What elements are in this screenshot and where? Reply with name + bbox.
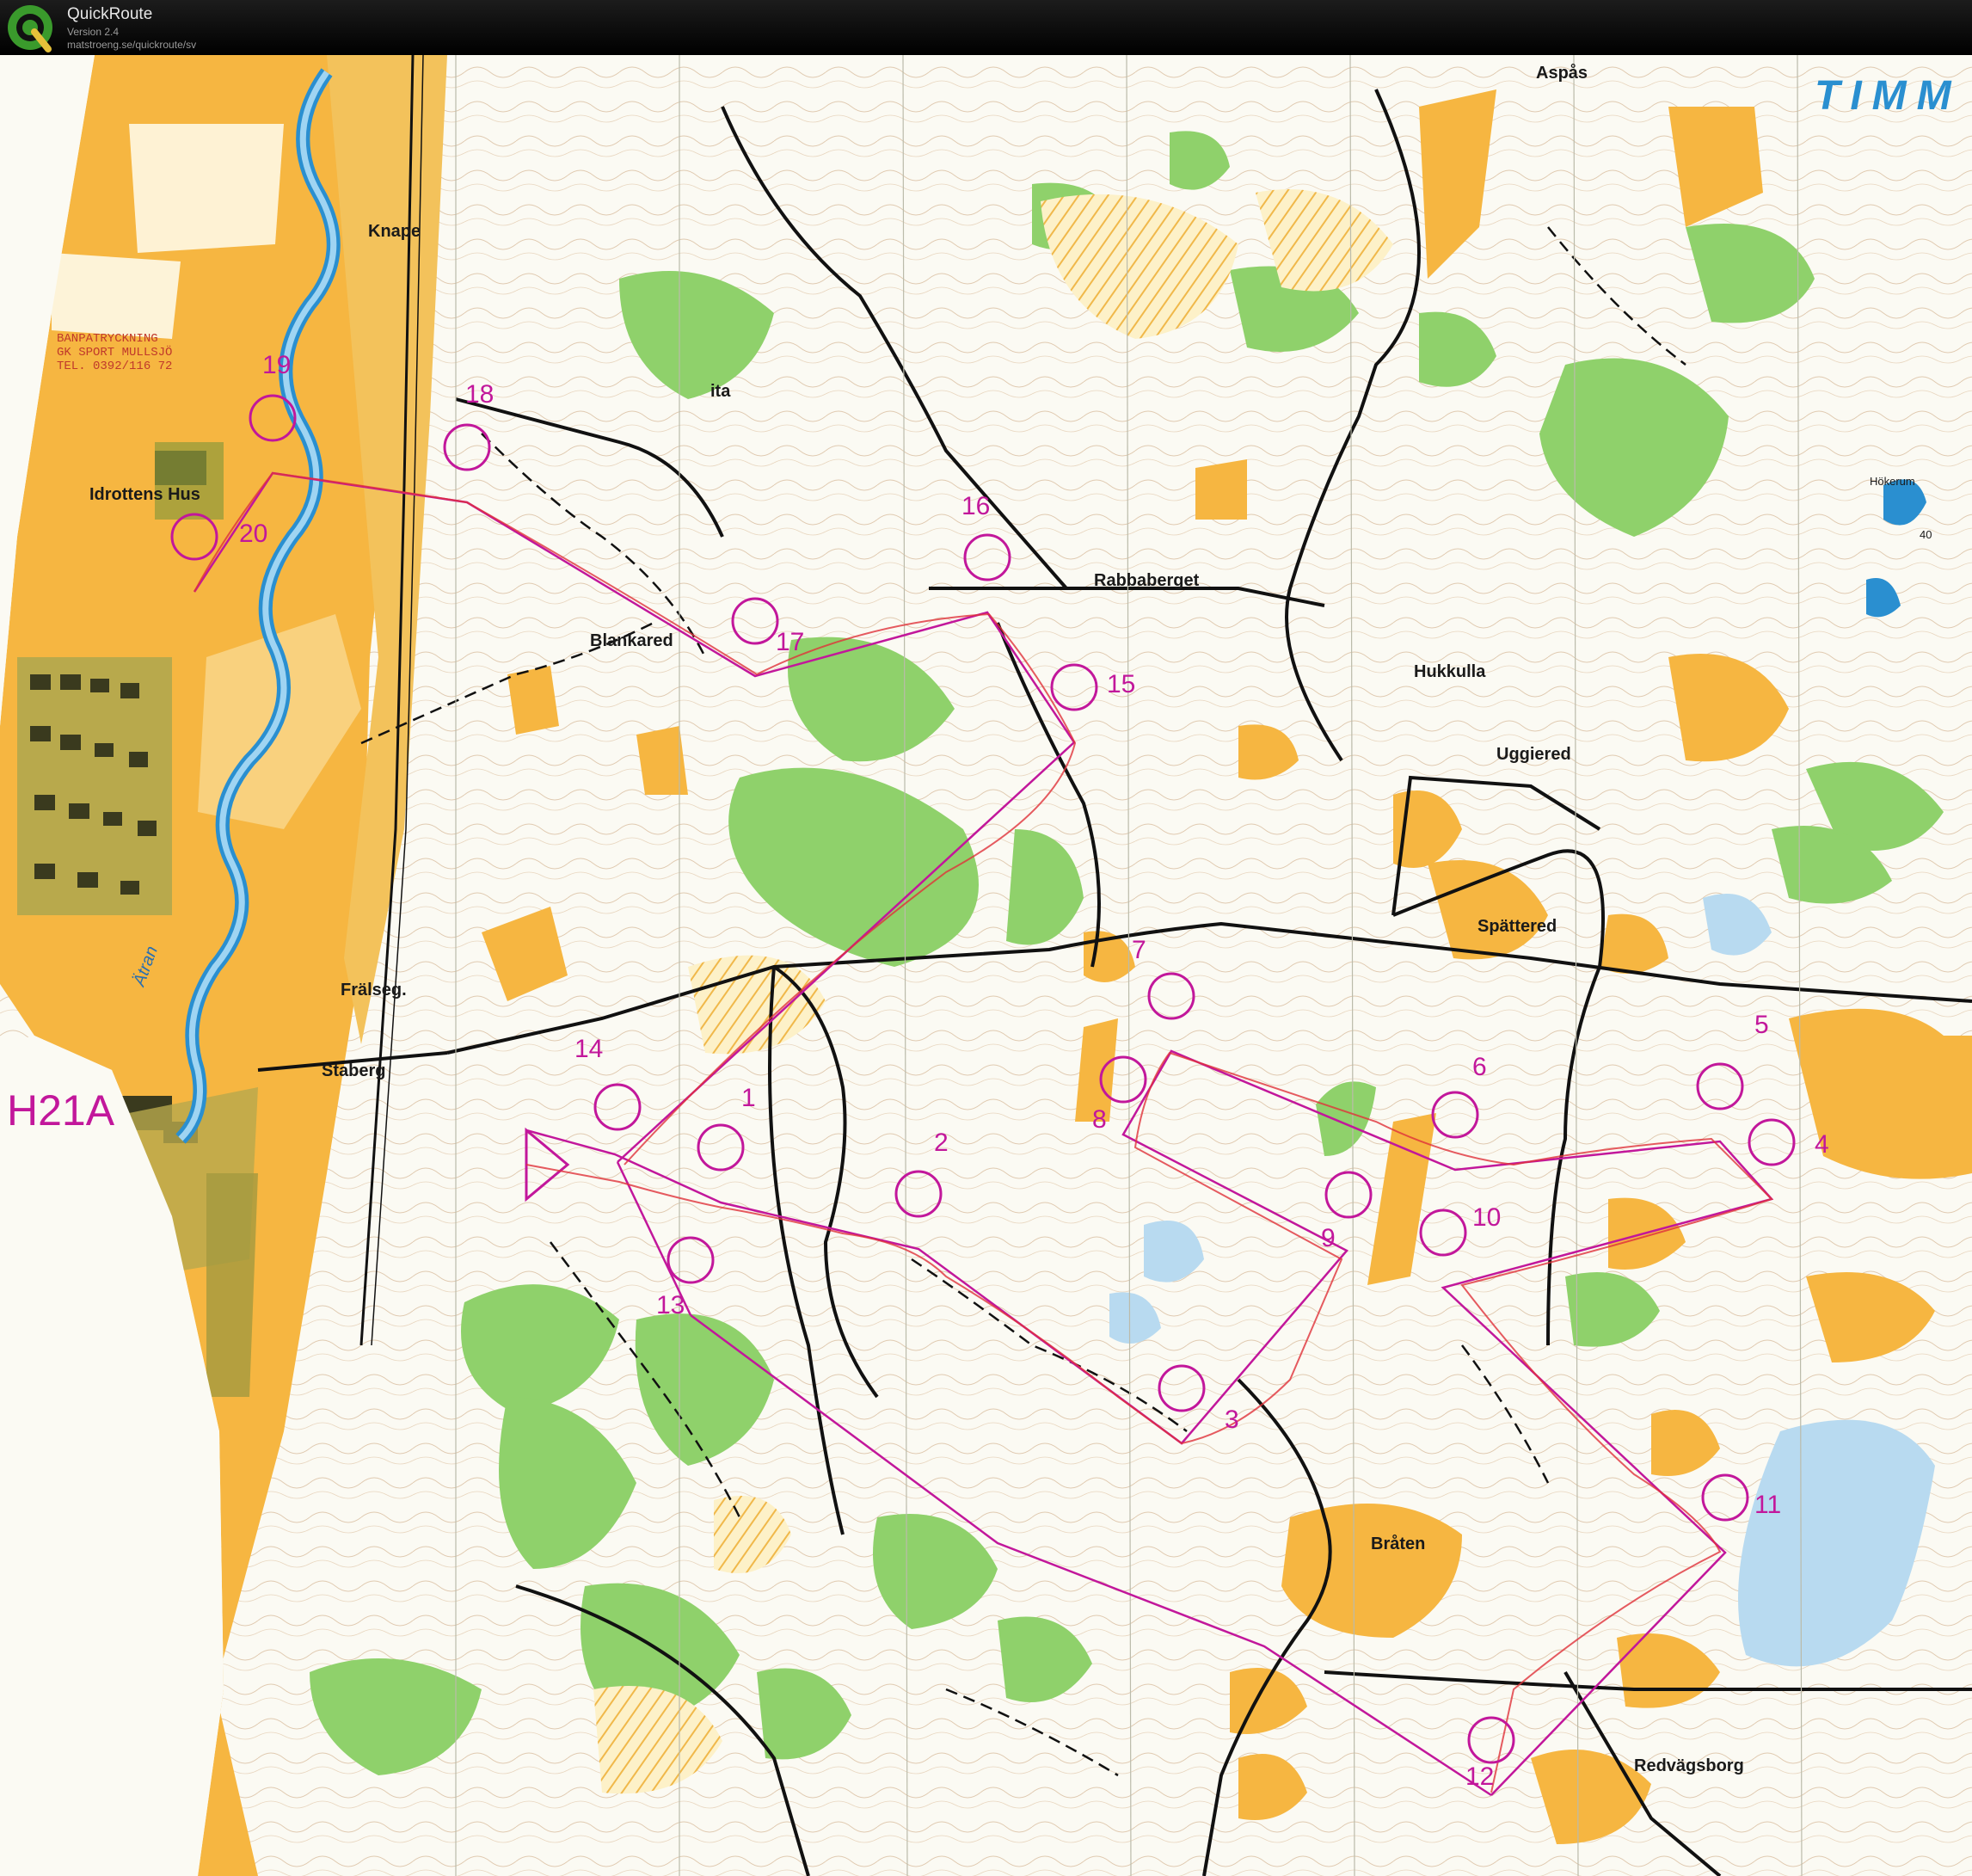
control-number-1: 1 [741,1084,756,1112]
title-bar: QuickRoute Version 2.4 matstroeng.se/qui… [0,0,1972,55]
place-rabbaberget: Rabbaberget [1094,571,1200,590]
control-number-12: 12 [1465,1762,1495,1791]
control-number-7: 7 [1132,936,1146,964]
quickroute-window: QuickRoute Version 2.4 matstroeng.se/qui… [0,0,1972,1876]
place-hokerum: Hökerum [1870,475,1915,488]
place-ita: ita [710,382,731,401]
control-number-4: 4 [1815,1130,1829,1159]
quickroute-logo-icon [8,5,52,52]
control-number-14: 14 [574,1035,604,1063]
map-terrain [0,55,1972,1876]
place-redvagsborg: Redvägsborg [1634,1756,1744,1775]
control-number-9: 9 [1321,1224,1336,1252]
control-number-18: 18 [465,380,495,409]
control-number-13: 13 [656,1291,685,1319]
app-version: Version 2.4 [67,26,120,38]
control-number-11: 11 [1754,1491,1782,1519]
control-number-20: 20 [239,520,268,548]
control-number-6: 6 [1472,1053,1487,1081]
place-hukkulla: Hukkulla [1414,662,1486,681]
control-number-10: 10 [1472,1203,1502,1232]
place-fralseg: Frälseg. [341,981,407,1000]
control-number-17: 17 [776,628,805,656]
place-staberg: Staberg [322,1061,386,1080]
place-uggiered: Uggiered [1496,745,1571,764]
control-number-15: 15 [1107,670,1136,698]
place-knape: Knape [368,222,421,241]
app-url: matstroeng.se/quickroute/sv [67,39,197,51]
course-name: H21A [7,1086,115,1135]
printer-line: BANPATRYCKNING [57,332,158,346]
app-title: QuickRoute [67,5,153,23]
printer-notice: BANPATRYCKNING GK SPORT MULLSJÖ TEL. 039… [57,332,172,373]
road-number-40: 40 [1920,528,1932,541]
place-blankared: Blankared [590,631,673,650]
control-number-5: 5 [1754,1011,1769,1039]
control-number-8: 8 [1092,1105,1107,1134]
place-idrottens-hus: Idrottens Hus [89,485,200,504]
place-aspas: Aspås [1536,64,1588,83]
control-number-3: 3 [1225,1405,1239,1434]
printer-line: TEL. 0392/116 72 [57,360,173,373]
printer-line: GK SPORT MULLSJÖ [57,346,173,360]
control-number-19: 19 [262,351,292,379]
place-braten: Bråten [1371,1535,1426,1553]
control-number-16: 16 [961,492,991,520]
map-title-corner: TIMM [1815,73,1962,119]
control-number-2: 2 [934,1129,949,1157]
place-spattered: Spättered [1477,917,1557,936]
orienteering-map[interactable]: H21A BANPATRYCKNING GK SPORT MULLSJÖ TEL… [0,55,1972,1876]
